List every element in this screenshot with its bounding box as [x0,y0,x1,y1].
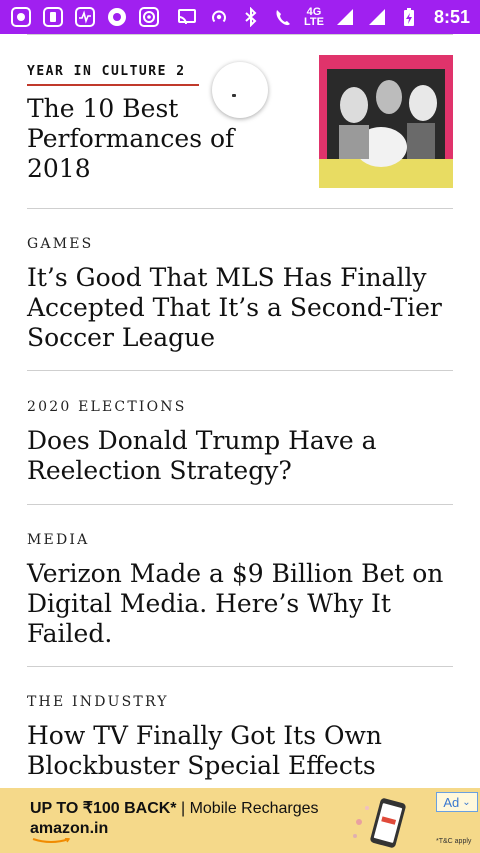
ad-offer-rest: | Mobile Recharges [176,800,319,817]
signal-icon-2 [366,6,388,28]
ad-offer-text: UP TO ₹100 BACK* | Mobile Recharges [30,798,319,818]
activity-icon [74,6,96,28]
target-app-icon [138,6,160,28]
hotspot-icon [208,6,230,28]
story-headline[interactable]: Verizon Made a $9 Billion Bet on Digital… [27,559,453,649]
story-kicker: MEDIA [27,532,90,548]
status-bar-right: 4G LTE 8:51 [176,6,470,28]
ad-choices-badge[interactable]: Ad ⌄ [436,792,478,812]
divider [27,504,453,505]
phone-illustration-icon [353,798,406,848]
ad-banner[interactable]: UP TO ₹100 BACK* | Mobile Recharges amaz… [0,788,480,853]
story-kicker: 2020 ELECTIONS [27,399,187,415]
status-bar-left [10,6,160,28]
status-time: 8:51 [433,6,470,27]
ad-terms: *T&C apply [436,838,472,845]
circle-app-icon [106,6,128,28]
wifi-calling-icon [272,6,294,28]
story-kicker: THE INDUSTRY [27,694,169,710]
status-bar: 4G LTE 8:51 [0,0,480,34]
story-headline[interactable]: How TV Finally Got Its Own Blockbuster S… [27,721,453,781]
amazon-logo: amazon.in [30,820,109,843]
divider [27,34,453,35]
story-card[interactable]: GAMES It’s Good That MLS Has Finally Acc… [27,236,453,353]
divider [27,666,453,667]
phone-sync-icon [42,6,64,28]
ad-offer-bold: UP TO ₹100 BACK* [30,800,177,817]
signal-icon [334,6,356,28]
divider [27,208,453,209]
story-headline[interactable]: Does Donald Trump Have a Reelection Stra… [27,426,453,486]
cast-icon [176,6,198,28]
network-bottom-label: LTE [304,16,324,28]
loading-spinner [212,62,268,118]
story-card[interactable]: THE INDUSTRY How TV Finally Got Its Own … [27,694,453,781]
ad-brand-text: amazon.in [30,820,109,837]
chevron-down-icon: ⌄ [462,796,471,808]
battery-charging-icon [398,6,420,28]
divider [27,370,453,371]
bluetooth-icon [240,6,262,28]
story-card[interactable]: 2020 ELECTIONS Does Donald Trump Have a … [27,399,453,486]
story-kicker: GAMES [27,236,94,252]
story-thumbnail[interactable] [319,55,453,188]
kicker-underline [27,84,199,86]
story-headline[interactable]: The 10 Best Performances of 2018 [27,94,237,184]
amazon-smile-icon [32,838,71,843]
notification-app-icon [10,6,32,28]
ad-badge-label: Ad [443,794,460,810]
story-card[interactable]: MEDIA Verizon Made a $9 Billion Bet on D… [27,532,453,649]
story-headline[interactable]: It’s Good That MLS Has Finally Accepted … [27,263,453,353]
network-type: 4G LTE [304,7,324,28]
